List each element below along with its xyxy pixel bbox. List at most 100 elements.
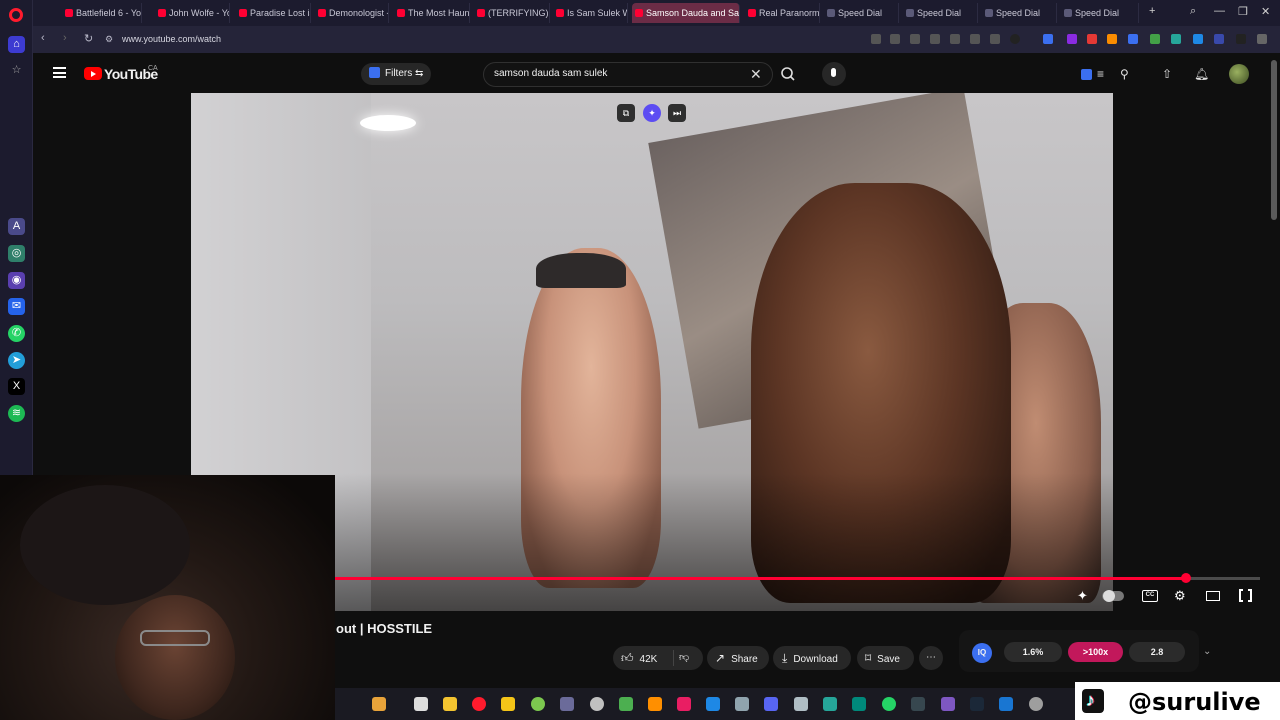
discord-sidebar-icon[interactable]: ◉ bbox=[8, 272, 25, 289]
ai-sparkle-icon[interactable]: ✦ bbox=[1077, 588, 1088, 604]
opera-taskbar-icon[interactable] bbox=[472, 697, 486, 711]
minimize-icon[interactable]: — bbox=[1214, 5, 1225, 17]
taskbar-app-icon[interactable] bbox=[941, 697, 955, 711]
tab[interactable]: Speed Dial bbox=[903, 3, 978, 23]
search-input[interactable]: samson dauda sam sulek bbox=[494, 68, 607, 79]
taskbar-app-icon[interactable] bbox=[794, 697, 808, 711]
tab[interactable]: (TERRIFYING) DE bbox=[474, 3, 550, 23]
extension-icon[interactable] bbox=[1067, 34, 1077, 44]
tab[interactable]: The Most Haunt bbox=[394, 3, 470, 23]
like-button[interactable]: 👍︎ 42K bbox=[621, 646, 657, 672]
iq-extension-icon[interactable] bbox=[1081, 69, 1092, 80]
vlc-icon[interactable] bbox=[648, 697, 662, 711]
close-window-icon[interactable]: ✕ bbox=[1261, 5, 1270, 18]
search-tabs-icon[interactable]: ⌕ bbox=[1190, 5, 1196, 18]
url-field[interactable]: www.youtube.com/watch bbox=[122, 34, 221, 44]
forward-icon[interactable]: › bbox=[63, 32, 67, 44]
tab[interactable]: Speed Dial bbox=[824, 3, 899, 23]
camera-icon[interactable] bbox=[890, 34, 900, 44]
taskbar-app-icon[interactable] bbox=[677, 697, 691, 711]
discord-icon[interactable] bbox=[764, 697, 778, 711]
filters-button[interactable]: Filters ⇆ bbox=[361, 63, 431, 85]
upload-icon[interactable]: ⇧ bbox=[1162, 67, 1172, 81]
menu-icon[interactable] bbox=[53, 67, 66, 78]
tab-active[interactable]: Samson Dauda and Sam bbox=[632, 3, 740, 23]
shield-icon[interactable] bbox=[910, 34, 920, 44]
tab[interactable]: Speed Dial bbox=[1061, 3, 1139, 23]
taskbar-app-icon[interactable] bbox=[999, 697, 1013, 711]
tab[interactable]: John Wolfe - You bbox=[155, 3, 230, 23]
reload-icon[interactable]: ↻ bbox=[84, 32, 93, 45]
play-icon[interactable] bbox=[930, 34, 940, 44]
extension-icon[interactable] bbox=[1236, 34, 1246, 44]
list-icon[interactable]: ≡ bbox=[1097, 67, 1104, 81]
youtube-logo-icon[interactable] bbox=[84, 67, 102, 80]
extension-icon[interactable] bbox=[1128, 34, 1138, 44]
chevron-down-icon[interactable]: ⌄ bbox=[1203, 646, 1211, 657]
taskbar-app-icon[interactable] bbox=[619, 697, 633, 711]
new-tab-icon[interactable]: + bbox=[1149, 5, 1155, 17]
search-button[interactable] bbox=[775, 62, 803, 87]
settings-taskbar-icon[interactable] bbox=[1029, 697, 1043, 711]
like-dislike-group[interactable]: 👍︎ 42K 👎︎ bbox=[613, 646, 703, 670]
opera-logo-icon[interactable] bbox=[9, 8, 23, 22]
tab[interactable]: Demonologist - bbox=[315, 3, 389, 23]
dislike-button[interactable]: 👎︎ bbox=[679, 646, 689, 670]
steam-icon[interactable] bbox=[970, 697, 984, 711]
extension-icon[interactable] bbox=[871, 34, 881, 44]
skip-icon[interactable]: ⏭ bbox=[668, 104, 686, 122]
extensions-menu-icon[interactable] bbox=[1257, 34, 1267, 44]
whatsapp-taskbar-icon[interactable] bbox=[882, 697, 896, 711]
extension-icon[interactable] bbox=[1214, 34, 1224, 44]
progress-handle[interactable] bbox=[1181, 573, 1191, 583]
spotify-icon[interactable]: ≋ bbox=[8, 405, 25, 422]
tab[interactable]: Is Sam Sulek Wo bbox=[553, 3, 628, 23]
download-icon[interactable] bbox=[970, 34, 980, 44]
messenger-icon[interactable]: ✉ bbox=[8, 298, 25, 315]
clear-search-icon[interactable]: ✕ bbox=[750, 66, 762, 83]
settings-icon[interactable]: ⚙ bbox=[1174, 588, 1186, 604]
notifications-icon[interactable]: 🔔︎ bbox=[1194, 67, 1209, 81]
tab[interactable]: Speed Dial bbox=[982, 3, 1057, 23]
taskbar-app-icon[interactable] bbox=[823, 697, 837, 711]
home-icon[interactable]: ⌂ bbox=[8, 36, 25, 53]
taskbar-app-icon[interactable] bbox=[560, 697, 574, 711]
chatgpt-icon[interactable]: ◎ bbox=[8, 245, 25, 262]
vpn-icon[interactable] bbox=[1010, 34, 1020, 44]
extension-icon[interactable] bbox=[1193, 34, 1203, 44]
x-icon[interactable]: X bbox=[8, 378, 25, 395]
extension-icon[interactable] bbox=[1043, 34, 1053, 44]
taskbar-app-icon[interactable] bbox=[531, 697, 545, 711]
file-explorer-icon[interactable] bbox=[443, 697, 457, 711]
theater-mode-icon[interactable] bbox=[1206, 591, 1220, 601]
menu-icon[interactable] bbox=[990, 34, 1000, 44]
download-button[interactable]: ⤓ Download bbox=[773, 646, 851, 670]
tab[interactable]: Paradise Lost is bbox=[236, 3, 311, 23]
extension-icon[interactable] bbox=[1171, 34, 1181, 44]
avatar[interactable] bbox=[1229, 64, 1249, 84]
tab[interactable]: Battlefield 6 - Yo bbox=[62, 3, 142, 23]
fullscreen-icon[interactable] bbox=[1239, 588, 1252, 603]
back-icon[interactable]: ‹ bbox=[41, 32, 45, 44]
taskbar-app-icon[interactable] bbox=[852, 697, 866, 711]
star-icon[interactable]: ☆ bbox=[8, 62, 25, 79]
taskbar-app-icon[interactable] bbox=[706, 697, 720, 711]
whatsapp-icon[interactable]: ✆ bbox=[8, 325, 25, 342]
pip-icon[interactable]: ⧉ bbox=[617, 104, 635, 122]
captions-icon[interactable]: CC bbox=[1142, 590, 1158, 602]
taskbar-app-icon[interactable] bbox=[735, 697, 749, 711]
heart-icon[interactable] bbox=[950, 34, 960, 44]
more-actions-button[interactable]: ⋯ bbox=[919, 646, 943, 670]
taskbar-app-icon[interactable] bbox=[501, 697, 515, 711]
site-info-icon[interactable]: ⚙ bbox=[105, 34, 113, 45]
maximize-icon[interactable]: ❐ bbox=[1238, 5, 1248, 18]
taskbar-app-icon[interactable] bbox=[372, 697, 386, 711]
extension-icon[interactable]: ⚲ bbox=[1120, 67, 1129, 81]
scrollbar[interactable] bbox=[1271, 60, 1277, 220]
taskbar-app-icon[interactable] bbox=[590, 697, 604, 711]
save-button[interactable]: ⌑ Save bbox=[857, 646, 914, 670]
autoplay-toggle[interactable] bbox=[1102, 590, 1124, 602]
aria-icon[interactable]: A bbox=[8, 218, 25, 235]
ai-enhance-icon[interactable]: ✦ bbox=[643, 104, 661, 122]
rss-icon[interactable] bbox=[1107, 34, 1117, 44]
